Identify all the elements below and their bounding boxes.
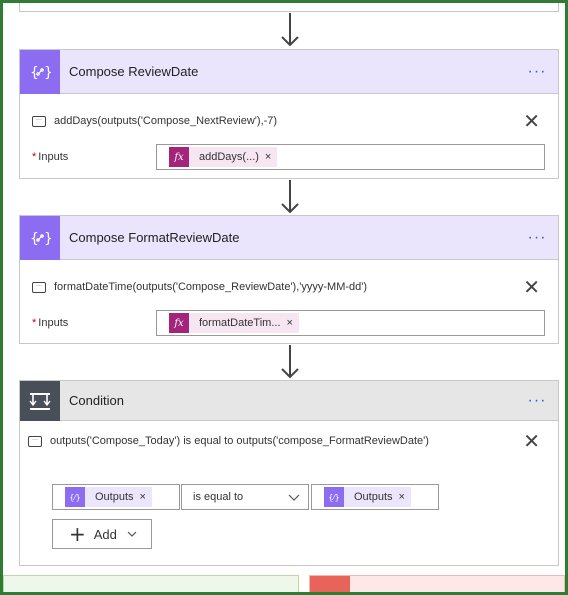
token-label: Outputs	[354, 491, 393, 503]
required-star: *	[32, 317, 37, 329]
token-label: formatDateTim...	[199, 317, 281, 329]
if-no-branch[interactable]	[309, 575, 565, 595]
close-comment-icon[interactable]: ✕	[523, 431, 540, 451]
token-label: Outputs	[95, 491, 134, 503]
chevron-down-icon	[127, 531, 137, 537]
inputs-field-row: * Inputs fx formatDateTim... ×	[20, 305, 558, 341]
flow-arrow	[281, 13, 299, 47]
chevron-down-icon	[288, 494, 300, 501]
card-header[interactable]: {} Compose ReviewDate ···	[20, 49, 558, 94]
card-title: Compose ReviewDate	[69, 64, 199, 79]
add-label: Add	[93, 526, 117, 542]
plus-icon: +	[69, 522, 86, 546]
add-button[interactable]: + Add	[52, 519, 152, 549]
comment-icon: ···	[32, 115, 46, 127]
close-comment-icon[interactable]: ✕	[523, 111, 540, 131]
comment-icon: ···	[28, 435, 42, 447]
more-options-icon[interactable]: ···	[522, 229, 552, 247]
remove-token-icon[interactable]: ×	[399, 491, 411, 503]
inputs-field-row: * Inputs fx addDays(...) ×	[20, 139, 558, 175]
comment-text[interactable]: outputs('Compose_Today') is equal to out…	[50, 435, 429, 447]
compose-icon: {⁄}	[324, 487, 344, 507]
remove-token-icon[interactable]: ×	[265, 151, 277, 163]
svg-text:}: }	[44, 231, 51, 247]
expression-token[interactable]: fx formatDateTim... ×	[169, 313, 299, 333]
card-header[interactable]: Condition ···	[20, 380, 558, 421]
card-title: Compose FormatReviewDate	[69, 230, 240, 245]
condition-card: Condition ··· ··· outputs('Compose_Today…	[19, 380, 559, 566]
remove-token-icon[interactable]: ×	[140, 491, 152, 503]
remove-token-icon[interactable]: ×	[287, 317, 299, 329]
more-options-icon[interactable]: ···	[522, 392, 552, 410]
compose-icon: {⁄}	[65, 487, 85, 507]
inputs-field[interactable]: fx formatDateTim... ×	[156, 310, 545, 336]
if-yes-branch[interactable]	[3, 575, 299, 595]
card-header[interactable]: {} Compose FormatReviewDate ···	[20, 215, 558, 260]
if-no-branch-icon	[310, 576, 350, 595]
condition-left-operand[interactable]: {⁄} Outputs ×	[52, 484, 180, 510]
close-comment-icon[interactable]: ✕	[523, 277, 540, 297]
compose-icon: {}	[20, 215, 60, 260]
expression-token[interactable]: fx addDays(...) ×	[169, 147, 278, 167]
comment-row: ··· outputs('Compose_Today') is equal to…	[20, 423, 558, 459]
operator-value: is equal to	[193, 491, 244, 503]
condition-icon	[20, 380, 60, 421]
dynamic-content-token[interactable]: {⁄} Outputs ×	[324, 487, 411, 507]
condition-right-operand[interactable]: {⁄} Outputs ×	[311, 484, 439, 510]
comment-text[interactable]: formatDateTime(outputs('Compose_ReviewDa…	[54, 281, 367, 293]
operator-dropdown[interactable]: is equal to	[181, 484, 309, 510]
compose-formatreviewdate-card: {} Compose FormatReviewDate ··· ··· form…	[19, 215, 559, 344]
inputs-field[interactable]: fx addDays(...) ×	[156, 144, 545, 170]
comment-text[interactable]: addDays(outputs('Compose_NextReview'),-7…	[54, 115, 277, 127]
compose-reviewdate-card: {} Compose ReviewDate ··· ··· addDays(ou…	[19, 49, 559, 179]
compose-icon: {}	[20, 49, 60, 94]
previous-card	[19, 0, 559, 12]
card-title: Condition	[69, 393, 124, 408]
comment-row: ··· addDays(outputs('Compose_NextReview'…	[20, 103, 558, 139]
token-label: addDays(...)	[199, 151, 259, 163]
required-star: *	[32, 151, 37, 163]
field-label: * Inputs	[32, 317, 69, 329]
dynamic-content-token[interactable]: {⁄} Outputs ×	[65, 487, 152, 507]
fx-icon: fx	[169, 147, 189, 167]
comment-icon: ···	[32, 281, 46, 293]
flow-arrow	[281, 180, 299, 214]
svg-text:}: }	[44, 65, 51, 81]
fx-icon: fx	[169, 313, 189, 333]
field-label: * Inputs	[32, 151, 69, 163]
condition-body: ··· outputs('Compose_Today') is equal to…	[20, 421, 558, 568]
comment-row: ··· formatDateTime(outputs('Compose_Revi…	[20, 269, 558, 305]
flow-arrow	[281, 345, 299, 379]
more-options-icon[interactable]: ···	[522, 63, 552, 81]
